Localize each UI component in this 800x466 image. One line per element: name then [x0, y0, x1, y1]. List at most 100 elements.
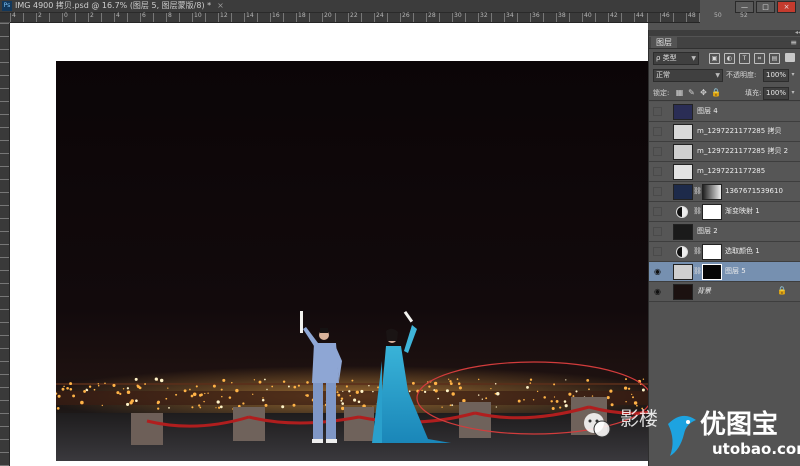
city-light: [203, 400, 205, 403]
city-light: [88, 385, 92, 388]
watermark-brand-url: utobao.com: [712, 440, 800, 458]
type-filter-icon[interactable]: T: [739, 53, 750, 64]
chain-link-icon[interactable]: ⛓: [693, 206, 702, 216]
city-light: [126, 390, 131, 395]
fill-input[interactable]: 100%: [763, 87, 789, 100]
city-light: [61, 387, 65, 391]
layer-thumbnail[interactable]: [673, 104, 693, 120]
vertical-ruler[interactable]: [0, 23, 10, 466]
photo-canvas[interactable]: [56, 61, 656, 461]
city-light: [351, 379, 354, 382]
smart-object-filter-icon[interactable]: ▤: [769, 53, 780, 64]
layer-row[interactable]: m_1297221177285 拷贝 2: [649, 142, 800, 162]
maximize-button[interactable]: □: [756, 1, 775, 13]
layer-mask-thumbnail[interactable]: [702, 264, 722, 280]
city-light: [553, 383, 556, 386]
visibility-eye-icon[interactable]: [653, 147, 662, 156]
city-light: [496, 392, 500, 396]
layer-name: 图层 5: [725, 267, 746, 275]
layer-row[interactable]: ◉ ⛓ 图层 5: [649, 262, 800, 282]
visibility-eye-icon[interactable]: [653, 247, 662, 256]
layer-thumbnail[interactable]: [673, 144, 693, 160]
layer-row[interactable]: ⛓ 选取颜色 1: [649, 242, 800, 262]
fill-slider-icon[interactable]: ▾: [789, 87, 797, 98]
close-tab-icon[interactable]: ×: [217, 1, 224, 10]
fill-label: 填充:: [745, 89, 762, 97]
lock-position-icon[interactable]: ✥: [699, 88, 708, 97]
city-light: [252, 393, 254, 395]
filter-toggle-switch[interactable]: [785, 53, 795, 62]
layer-mask-thumbnail[interactable]: [702, 244, 722, 260]
ruler-tick-label: 24: [376, 12, 384, 19]
utobao-bird-logo-icon: [668, 415, 696, 456]
visibility-eye-icon[interactable]: [653, 187, 662, 196]
adjustment-filter-icon[interactable]: ◐: [724, 53, 735, 64]
ruler-tick-label: 26: [402, 12, 410, 19]
layer-thumbnail[interactable]: [673, 184, 693, 200]
layer-thumbnail[interactable]: [673, 124, 693, 140]
city-light: [126, 402, 130, 406]
tab-layers[interactable]: 图层: [651, 37, 677, 48]
layer-row[interactable]: 图层 2: [649, 222, 800, 242]
chain-link-icon[interactable]: ⛓: [693, 246, 702, 256]
city-light: [69, 382, 73, 386]
city-light: [336, 391, 339, 394]
city-light: [340, 397, 344, 400]
panel-collapse-strip[interactable]: ◂◂: [649, 30, 800, 36]
layer-row[interactable]: 图层 4: [649, 102, 800, 122]
visibility-eye-icon[interactable]: [653, 107, 662, 116]
photoshop-icon: Ps: [2, 1, 12, 11]
document-workspace[interactable]: [10, 23, 656, 466]
layer-row[interactable]: ◉ 背景 🔒: [649, 282, 800, 302]
layer-row[interactable]: m_1297221177285: [649, 162, 800, 182]
lock-all-icon[interactable]: 🔒: [711, 88, 721, 97]
layer-thumbnail[interactable]: [673, 284, 693, 300]
visibility-eye-icon[interactable]: [653, 227, 662, 236]
layer-mask-thumbnail[interactable]: [702, 184, 722, 200]
city-light: [112, 383, 116, 387]
visibility-eye-icon[interactable]: ◉: [653, 267, 662, 276]
visibility-eye-icon[interactable]: [653, 167, 662, 176]
layer-row[interactable]: ⛓ 渐变映射 1: [649, 202, 800, 222]
chain-link-icon[interactable]: ⛓: [693, 186, 702, 196]
ruler-tick-label: 32: [480, 12, 488, 19]
chain-link-icon[interactable]: ⛓: [693, 266, 702, 276]
city-light: [56, 407, 60, 410]
layer-row[interactable]: ⛓ 1367671539610: [649, 182, 800, 202]
wechat-logo-icon: [584, 413, 611, 438]
city-light: [122, 388, 125, 390]
blend-mode-select[interactable]: 正常 ▼: [653, 69, 723, 82]
city-light: [57, 394, 61, 398]
pixel-filter-icon[interactable]: ▣: [709, 53, 720, 64]
panel-menu-icon[interactable]: ≡: [790, 37, 797, 48]
city-light: [360, 389, 364, 393]
city-light: [575, 390, 578, 393]
city-light: [258, 380, 262, 384]
layer-thumbnail[interactable]: [673, 224, 693, 240]
visibility-eye-icon[interactable]: ◉: [653, 287, 662, 296]
city-light: [411, 381, 415, 385]
lock-transparency-icon[interactable]: ▦: [675, 88, 684, 97]
layer-thumbnail[interactable]: [673, 264, 693, 280]
close-window-button[interactable]: ×: [777, 1, 796, 13]
shape-filter-icon[interactable]: ⌗: [754, 53, 765, 64]
opacity-input[interactable]: 100%: [763, 69, 789, 82]
visibility-eye-icon[interactable]: [653, 207, 662, 216]
ruler-origin[interactable]: [0, 13, 10, 22]
city-light: [261, 398, 265, 402]
city-light: [157, 407, 160, 410]
city-light: [207, 392, 209, 394]
ruler-tick-label: 18: [298, 12, 306, 19]
city-light: [287, 385, 290, 388]
layer-mask-thumbnail[interactable]: [702, 204, 722, 220]
document-title: IMG 4900 拷贝.psd @ 16.7% (图层 5, 图层蒙版/8) *: [15, 1, 212, 10]
horizontal-ruler[interactable]: 4 2 0 2 4 6 8 10 12 14 16 18 20 22 24 26 28 30 32 34 36 38 40 4…: [10, 12, 748, 23]
visibility-eye-icon[interactable]: [653, 127, 662, 136]
lock-pixels-icon[interactable]: ✎: [687, 88, 696, 97]
layer-thumbnail[interactable]: [673, 164, 693, 180]
layer-row[interactable]: m_1297221177285 拷贝: [649, 122, 800, 142]
opacity-slider-icon[interactable]: ▾: [789, 69, 797, 80]
city-light: [458, 386, 462, 390]
layer-filter-select[interactable]: ρ 类型 ▼: [653, 52, 699, 65]
city-light: [632, 396, 634, 399]
